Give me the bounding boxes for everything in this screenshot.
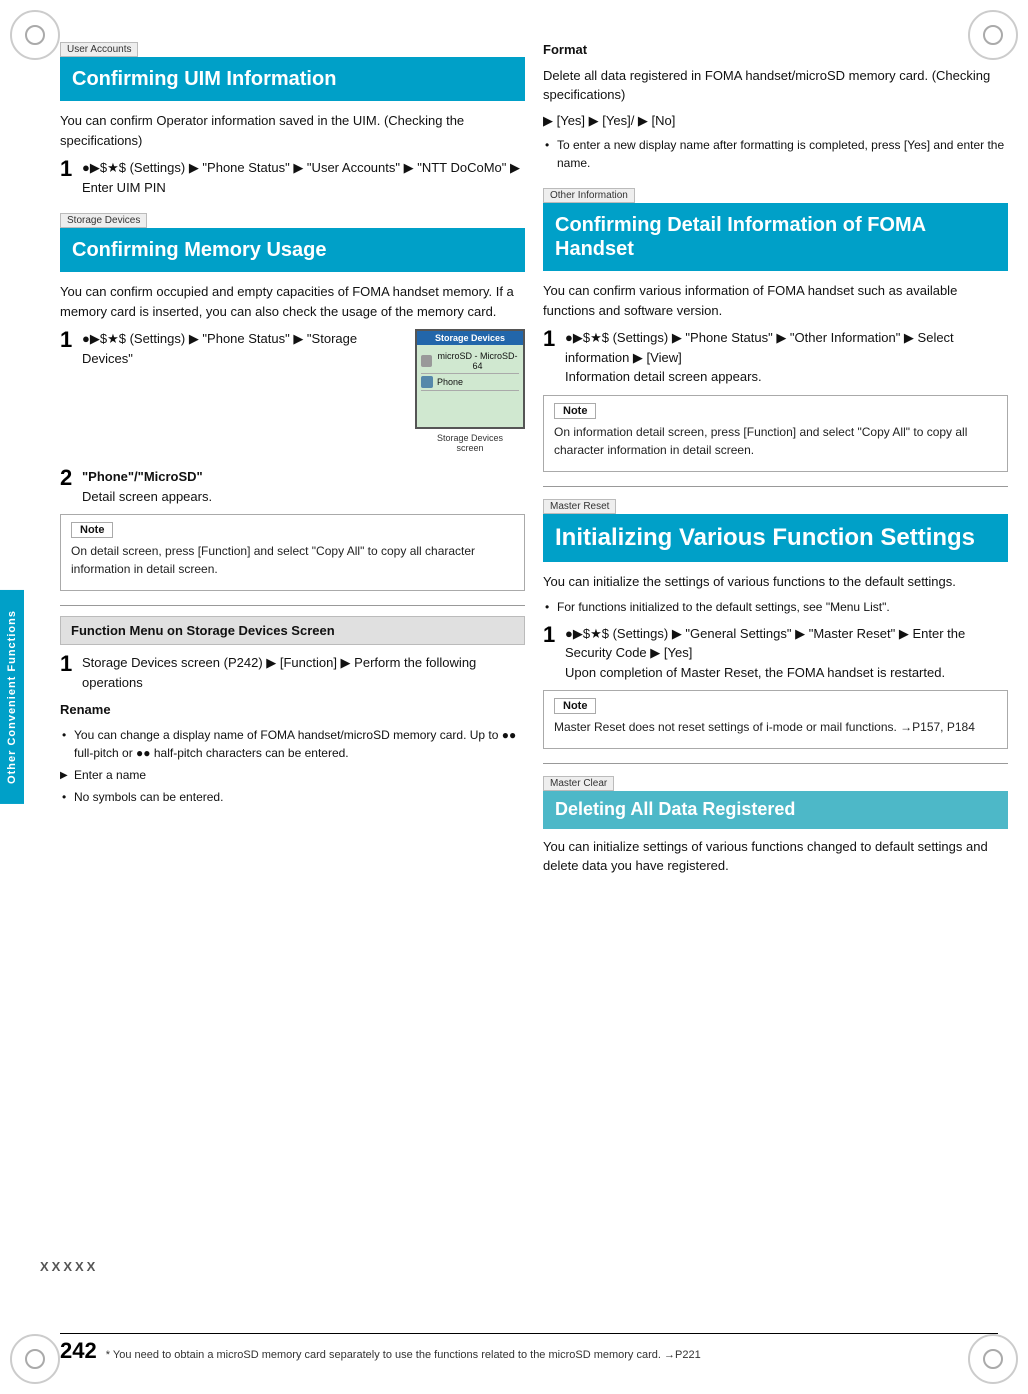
storage-devices-section: Storage Devices Confirming Memory Usage …: [60, 211, 525, 591]
other-info-step1: 1 ●▶$★$ (Settings) ▶ "Phone Status" ▶ "O…: [543, 328, 1008, 387]
user-accounts-section: User Accounts Confirming UIM Information…: [60, 40, 525, 197]
storage-note-text: On detail screen, press [Function] and s…: [71, 542, 514, 578]
other-info-header: Confirming Detail Information of FOMA Ha…: [543, 203, 1008, 271]
page-number: 242: [60, 1338, 97, 1363]
step-number-4: 1: [60, 653, 76, 675]
function-menu-step1: 1 Storage Devices screen (P242) ▶ [Funct…: [60, 653, 525, 692]
right-column: Format Delete all data registered in FOM…: [543, 40, 1008, 890]
master-reset-header: Initializing Various Function Settings: [543, 514, 1008, 563]
user-accounts-body: You can confirm Operator information sav…: [60, 111, 525, 150]
screen-row-1-text: microSD - MicroSD-64: [436, 351, 519, 371]
rename-section: Rename You can change a display name of …: [60, 700, 525, 806]
screen-mockup: Storage Devices microSD - MicroSD-64 Pho…: [415, 329, 525, 429]
screen-label: Storage Devicesscreen: [415, 433, 525, 453]
master-clear-tag: Master Clear: [543, 776, 614, 791]
master-reset-note-text: Master Reset does not reset settings of …: [554, 718, 997, 736]
format-label: Format: [543, 42, 587, 57]
divider-1: [60, 605, 525, 606]
storage-devices-tag: Storage Devices: [60, 213, 147, 228]
rename-bullet-1: You can change a display name of FOMA ha…: [74, 726, 525, 762]
step-r1-text: ●▶$★$ (Settings) ▶ "Phone Status" ▶ "Oth…: [565, 328, 1008, 387]
divider-r1: [543, 486, 1008, 487]
other-info-note-text: On information detail screen, press [Fun…: [554, 423, 997, 459]
storage-step2: 2 "Phone"/"MicroSD" Detail screen appear…: [60, 467, 525, 506]
step2-text: ●▶$★$ (Settings) ▶ "Phone Status" ▶ "Sto…: [82, 329, 405, 368]
master-reset-section: Master Reset Initializing Various Functi…: [543, 497, 1008, 750]
left-column: User Accounts Confirming UIM Information…: [60, 40, 525, 890]
step-number: 1: [60, 158, 76, 180]
screen-row-1: microSD - MicroSD-64: [421, 349, 519, 374]
step-r2: 1: [543, 624, 559, 646]
step-number-2: 1: [60, 329, 76, 351]
divider-r2: [543, 763, 1008, 764]
storage-note-box: Note On detail screen, press [Function] …: [60, 514, 525, 591]
other-info-note-label: Note: [554, 403, 596, 419]
storage-devices-header: Confirming Memory Usage: [60, 228, 525, 272]
step-text: ●▶$★$ (Settings) ▶ "Phone Status" ▶ "Use…: [82, 158, 525, 197]
other-information-section: Other Information Confirming Detail Info…: [543, 186, 1008, 472]
master-clear-header: Deleting All Data Registered: [543, 791, 1008, 829]
storage-devices-body: You can confirm occupied and empty capac…: [60, 282, 525, 321]
format-note: To enter a new display name after format…: [557, 136, 1008, 172]
master-clear-section: Master Clear Deleting All Data Registere…: [543, 774, 1008, 876]
other-info-note: Note On information detail screen, press…: [543, 395, 1008, 472]
screen-title: Storage Devices: [417, 331, 523, 345]
master-reset-step1: 1 ●▶$★$ (Settings) ▶ "General Settings" …: [543, 624, 1008, 683]
rename-bullet-2: No symbols can be entered.: [74, 788, 525, 806]
master-clear-body: You can initialize settings of various f…: [543, 837, 1008, 876]
user-accounts-tag: User Accounts: [60, 42, 138, 57]
step-r2-text: ●▶$★$ (Settings) ▶ "General Settings" ▶ …: [565, 624, 1008, 683]
screen-row-2-text: Phone: [437, 377, 463, 387]
step3-text: "Phone"/"MicroSD" Detail screen appears.: [82, 467, 525, 506]
function-menu-section: Function Menu on Storage Devices Screen …: [60, 616, 525, 806]
xxxxx-label: XXXXX: [40, 1259, 98, 1274]
storage-step1: 1 ●▶$★$ (Settings) ▶ "Phone Status" ▶ "S…: [60, 329, 405, 368]
step-number-3: 2: [60, 467, 76, 489]
page-number-bar: 242 * You need to obtain a microSD memor…: [60, 1333, 998, 1364]
function-menu-header: Function Menu on Storage Devices Screen: [60, 616, 525, 645]
screen-row-2: Phone: [421, 374, 519, 391]
rename-arrow: Enter a name: [74, 766, 525, 784]
screen-icon-1: [421, 355, 432, 367]
master-reset-bullet: For functions initialized to the default…: [557, 598, 1008, 616]
master-reset-note-label: Note: [554, 698, 596, 714]
footnote: * You need to obtain a microSD memory ca…: [106, 1349, 701, 1361]
other-info-body: You can confirm various information of F…: [543, 281, 1008, 320]
screen-icon-2: [421, 376, 433, 388]
step4-text: Storage Devices screen (P242) ▶ [Functio…: [82, 653, 525, 692]
screen-body: microSD - MicroSD-64 Phone: [417, 345, 523, 395]
format-keys: ▶ [Yes] ▶ [Yes]/ ▶ [No]: [543, 111, 1008, 131]
user-accounts-step1: 1 ●▶$★$ (Settings) ▶ "Phone Status" ▶ "U…: [60, 158, 525, 197]
storage-devices-step-area: Storage Devices microSD - MicroSD-64 Pho…: [60, 329, 525, 459]
rename-label: Rename: [60, 702, 111, 717]
master-reset-note: Note Master Reset does not reset setting…: [543, 690, 1008, 749]
format-section: Format Delete all data registered in FOM…: [543, 40, 1008, 172]
master-reset-tag: Master Reset: [543, 499, 616, 514]
storage-devices-screen-image: Storage Devices microSD - MicroSD-64 Pho…: [415, 329, 525, 453]
step-r1: 1: [543, 328, 559, 350]
format-body: Delete all data registered in FOMA hands…: [543, 66, 1008, 105]
user-accounts-header: Confirming UIM Information: [60, 57, 525, 101]
other-info-tag: Other Information: [543, 188, 635, 203]
storage-note-label: Note: [71, 522, 113, 538]
master-reset-body: You can initialize the settings of vario…: [543, 572, 1008, 592]
